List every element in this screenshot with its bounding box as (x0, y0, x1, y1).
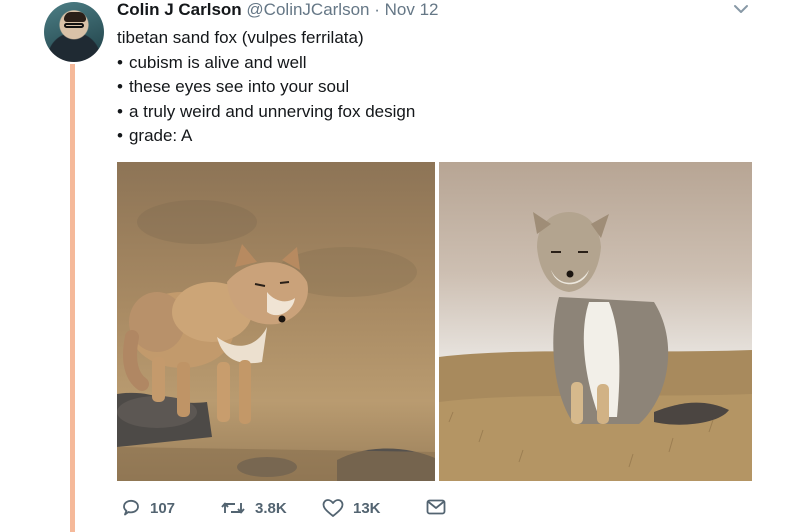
tweet-text: tibetan sand fox (vulpes ferrilata) cubi… (117, 26, 415, 149)
tweet-bullet-line: a truly weird and unnerving fox design (117, 100, 415, 125)
retweet-count: 3.8K (255, 499, 287, 517)
chevron-down-icon[interactable] (733, 3, 749, 15)
like-icon (322, 499, 344, 517)
retweet-button[interactable]: 3.8K (220, 498, 287, 518)
tweet-date[interactable]: Nov 12 (385, 0, 439, 19)
tweet-line: tibetan sand fox (vulpes ferrilata) (117, 28, 364, 47)
author-name[interactable]: Colin J Carlson (117, 0, 242, 19)
fox-standing-photo[interactable] (117, 162, 435, 481)
tweet-header: Colin J Carlson @ColinJCarlson · Nov 12 (117, 0, 439, 20)
message-button[interactable] (426, 498, 446, 516)
reply-button[interactable]: 107 (121, 498, 175, 518)
message-icon (426, 499, 446, 515)
like-button[interactable]: 13K (322, 498, 381, 518)
author-handle[interactable]: @ColinJCarlson (246, 0, 369, 19)
reply-count: 107 (150, 499, 176, 517)
tweet-bullet-line: these eyes see into your soul (117, 75, 415, 100)
like-count: 13K (353, 499, 381, 517)
separator-dot: · (374, 0, 380, 19)
thread-line (70, 64, 75, 532)
avatar[interactable] (44, 2, 104, 62)
tweet-bullet-line: grade: A (117, 124, 415, 149)
reply-icon (123, 499, 139, 516)
fox-sitting-photo[interactable] (439, 162, 752, 481)
retweet-icon (221, 502, 245, 514)
tweet-bullet-line: cubism is alive and well (117, 51, 415, 76)
